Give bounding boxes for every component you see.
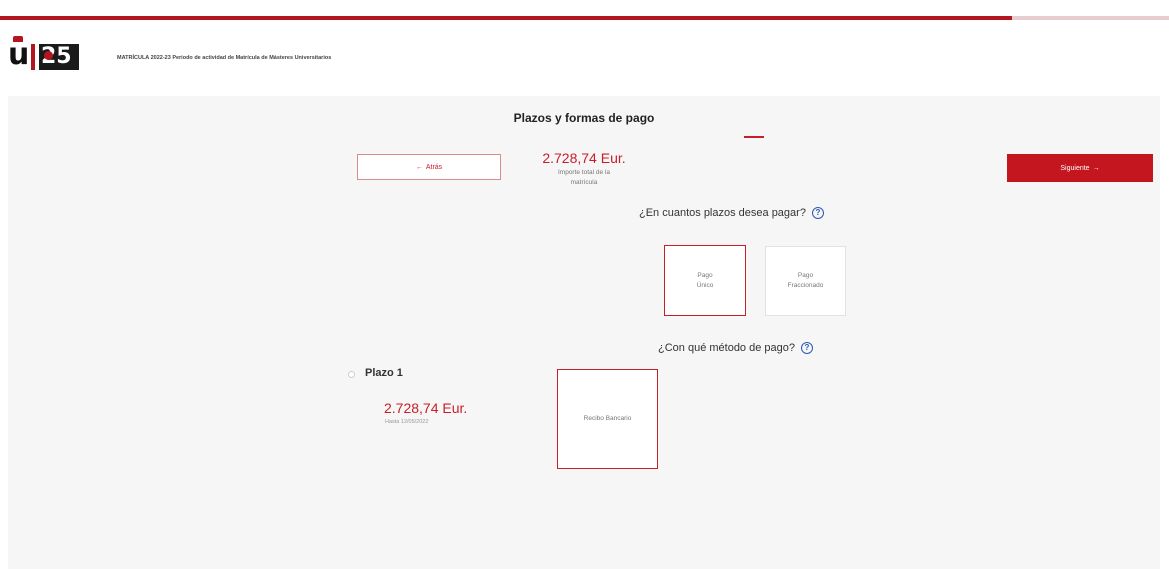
payment-method-label: Recibo Bancario — [583, 415, 632, 422]
plazo-label: Plazo 1 — [365, 367, 403, 379]
total-amount: 2.728,74 Eur. — [542, 150, 626, 166]
option-pago-fraccionado[interactable]: Pago Fraccionado — [765, 246, 846, 316]
next-button-label: Siguiente — [1060, 164, 1090, 172]
university-logo: u 25 — [8, 36, 80, 72]
page-header-title: MATRÍCULA 2022-23 Periodo de actividad d… — [117, 55, 332, 61]
arrow-left-icon: ← — [415, 163, 423, 171]
payment-method-recibo-bancario[interactable]: Recibo Bancario — [557, 369, 658, 469]
total-caption: Importe total de la matrícula — [8, 168, 1160, 188]
plazo-radio[interactable] — [348, 371, 355, 378]
help-icon[interactable]: ? — [801, 342, 813, 354]
help-icon[interactable]: ? — [811, 207, 824, 219]
method-question: ¿Con qué método de pago? ? — [658, 342, 813, 354]
option-pago-unico[interactable]: Pago Único — [664, 245, 746, 316]
option-pago-fraccionado-line1: Pago — [797, 272, 814, 279]
total-caption-line1: Importe total de la — [557, 169, 611, 176]
header: u 25 MATRÍCULA 2022-23 Periodo de activi… — [0, 20, 1169, 96]
back-button-label: Atrás — [425, 163, 443, 171]
main-content: Plazos y formas de pago 2.728,74 Eur. Im… — [8, 96, 1160, 569]
total-caption-line2: matrícula — [570, 179, 598, 186]
method-question-text: ¿Con qué método de pago? — [658, 342, 795, 354]
arrow-right-icon: → — [1092, 164, 1100, 172]
installments-question: ¿En cuantos plazos desea pagar? ? — [639, 207, 824, 219]
back-button[interactable]: ← Atrás — [357, 154, 501, 180]
section-title: Plazos y formas de pago — [513, 111, 655, 125]
option-pago-fraccionado-line2: Fraccionado — [787, 282, 824, 289]
next-button[interactable]: Siguiente → — [1007, 154, 1153, 182]
plazo-amount: 2.728,74 Eur. — [384, 400, 468, 416]
installments-question-text: ¿En cuantos plazos desea pagar? — [639, 207, 806, 219]
plazo-due-date: Hasta 12/05/2022 — [385, 419, 429, 425]
option-pago-unico-line2: Único — [696, 281, 714, 289]
title-underline — [744, 136, 764, 138]
option-pago-unico-line1: Pago — [697, 271, 713, 279]
